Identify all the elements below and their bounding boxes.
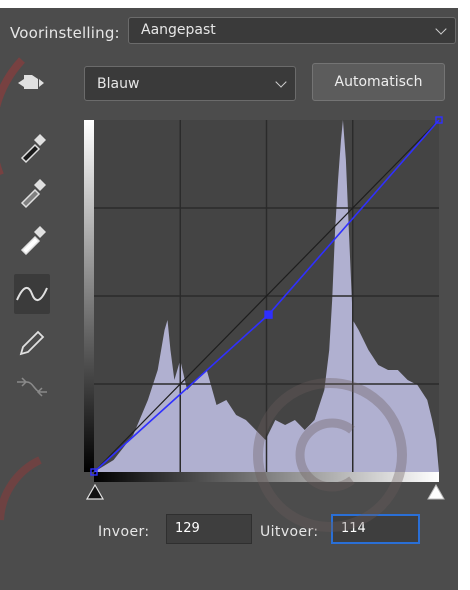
- white-input-slider[interactable]: [427, 484, 445, 500]
- eyedropper-gray-icon: [20, 179, 46, 209]
- output-field[interactable]: 114: [331, 514, 420, 544]
- eyedropper-white-icon: [20, 226, 46, 256]
- preset-label: Voorinstelling:: [10, 24, 120, 42]
- curves-graph[interactable]: [84, 116, 443, 476]
- hand-adjust-icon: [18, 75, 44, 89]
- curve-point-tool[interactable]: [14, 274, 50, 314]
- preset-select[interactable]: Aangepast: [128, 17, 456, 44]
- pencil-icon: [19, 330, 45, 356]
- white-point-eyedropper[interactable]: [14, 222, 50, 256]
- curve-control-point[interactable]: [264, 310, 273, 319]
- eyedropper-black-icon: [20, 134, 46, 164]
- gray-point-eyedropper[interactable]: [14, 175, 50, 209]
- black-input-slider[interactable]: [86, 484, 104, 500]
- input-gradient-bar: [94, 472, 439, 482]
- black-point-eyedropper[interactable]: [14, 130, 50, 164]
- input-label: Invoer:: [98, 524, 150, 540]
- output-label: Uitvoer:: [260, 524, 319, 540]
- chevron-down-icon: [435, 23, 447, 35]
- smooth-curve-icon: [17, 377, 47, 397]
- smooth-curve-tool: [14, 368, 50, 402]
- preset-value: Aangepast: [141, 22, 216, 38]
- auto-button[interactable]: Automatisch: [312, 63, 445, 101]
- input-field[interactable]: 129: [166, 514, 252, 544]
- channel-select[interactable]: Blauw: [84, 66, 296, 101]
- curve-point-icon: [16, 287, 48, 301]
- chevron-down-icon: [275, 76, 287, 88]
- channel-value: Blauw: [97, 76, 140, 92]
- pencil-tool[interactable]: [14, 326, 50, 360]
- hand-adjust-tool[interactable]: [14, 66, 50, 100]
